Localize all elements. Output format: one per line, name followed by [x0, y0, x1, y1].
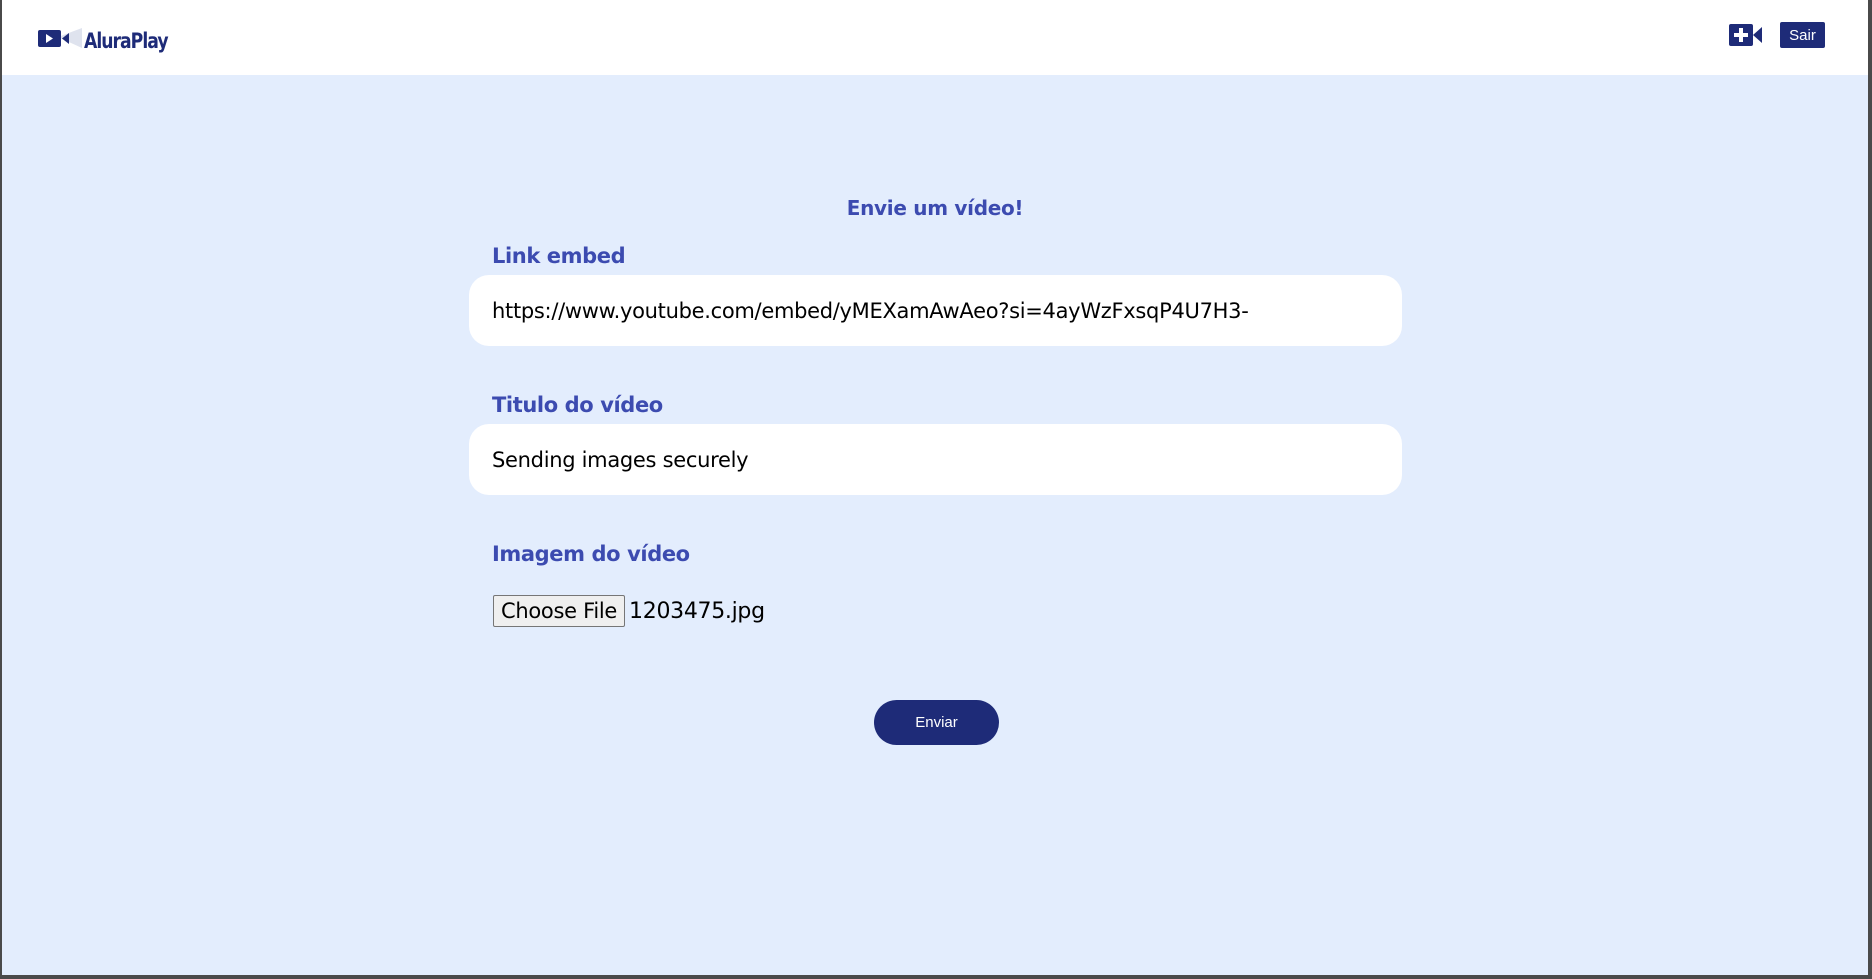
video-camera-plus-icon[interactable] [1729, 24, 1762, 46]
choose-file-button[interactable]: Choose File [493, 595, 626, 627]
header: AluraPlay Sair [2, 0, 1868, 75]
file-picker: Choose File 1203475.jpg [493, 595, 765, 627]
submit-button[interactable]: Enviar [874, 700, 999, 745]
video-title-label: Titulo do vídeo [492, 393, 663, 417]
selected-file-name: 1203475.jpg [629, 598, 765, 624]
form-title: Envie um vídeo! [846, 196, 1024, 220]
logo-video-icon [38, 28, 82, 48]
logout-button[interactable]: Sair [1780, 22, 1825, 48]
embed-link-input[interactable] [469, 275, 1402, 346]
video-title-input[interactable] [469, 424, 1402, 495]
page: AluraPlay Sair Envie um vídeo! Link embe… [2, 0, 1870, 975]
logo-text: AluraPlay [84, 29, 169, 53]
embed-link-label: Link embed [492, 244, 626, 268]
video-image-label: Imagem do vídeo [492, 542, 690, 566]
logo[interactable]: AluraPlay [36, 22, 186, 54]
